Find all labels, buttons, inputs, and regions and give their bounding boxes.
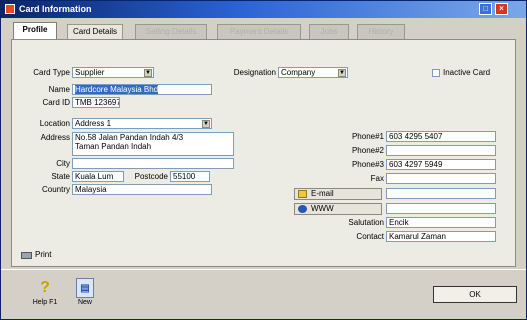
card-type-value: Supplier [75, 68, 105, 77]
contact-label: Contact [356, 232, 384, 241]
email-button[interactable]: E-mail [294, 188, 382, 200]
help-button-label: Help F1 [32, 299, 58, 306]
chevron-down-icon[interactable]: ▼ [144, 69, 152, 77]
card-information-window: Card Information □ × Profile Card Detail… [0, 0, 527, 320]
close-button[interactable]: × [495, 3, 508, 15]
tab-card-details[interactable]: Card Details [67, 24, 123, 40]
designation-value: Company [281, 68, 316, 77]
tab-payment-details[interactable]: Payment Details [217, 24, 301, 40]
phone3-field[interactable]: 603 4297 5949 [386, 159, 496, 170]
email-field[interactable] [386, 188, 496, 199]
chevron-down-icon[interactable]: ▼ [202, 120, 210, 128]
chevron-down-icon[interactable]: ▼ [338, 69, 346, 77]
address-line-2: Taman Pandan Indah [75, 142, 152, 151]
ok-button[interactable]: OK [433, 286, 517, 303]
printer-icon [21, 252, 32, 259]
maximize-button[interactable]: □ [479, 3, 492, 15]
name-label: Name [48, 85, 70, 94]
fax-field[interactable] [386, 173, 496, 184]
postcode-label: Postcode [134, 172, 168, 181]
email-button-label: E-mail [311, 189, 334, 198]
address-field[interactable]: No.58 Jalan Pandan Indah 4/3 Taman Panda… [72, 132, 234, 156]
title-bar[interactable]: Card Information □ × [1, 1, 526, 18]
print-button[interactable]: Print [19, 249, 89, 263]
tab-history[interactable]: History [357, 24, 405, 40]
postcode-field[interactable]: 55100 [170, 171, 210, 182]
inactive-card-label: Inactive Card [443, 68, 491, 77]
location-label: Location [39, 119, 70, 128]
tab-selling-details[interactable]: Selling Details [135, 24, 207, 40]
name-value: Hardcore Malaysia Bhd [75, 85, 159, 94]
contact-field[interactable]: Kamarul Zaman [386, 231, 496, 242]
location-value: Address 1 [75, 119, 112, 128]
tab-jobs[interactable]: Jobs [309, 24, 349, 40]
card-type-select[interactable]: Supplier ▼ [72, 67, 154, 78]
inactive-card-checkbox[interactable] [432, 69, 440, 77]
phone1-field[interactable]: 603 4295 5407 [386, 131, 496, 142]
phone3-label: Phone#3 [351, 160, 384, 169]
app-icon [5, 4, 15, 14]
state-label: State [51, 172, 70, 181]
country-field[interactable]: Malaysia [72, 184, 212, 195]
new-button-label: New [77, 299, 92, 306]
phone1-label: Phone#1 [351, 132, 384, 141]
city-field[interactable] [72, 158, 234, 169]
phone2-field[interactable] [386, 145, 496, 156]
card-id-label: Card ID [42, 98, 70, 107]
print-button-label: Print [35, 250, 52, 259]
www-field[interactable] [386, 203, 496, 214]
country-label: Country [41, 185, 70, 194]
name-field[interactable]: Hardcore Malaysia Bhd [72, 84, 212, 95]
envelope-icon [298, 190, 307, 198]
new-card-icon: ▤ [76, 278, 94, 298]
address-line-1: No.58 Jalan Pandan Indah 4/3 [75, 133, 184, 142]
window-title: Card Information [19, 4, 92, 14]
salutation-label: Salutation [348, 218, 384, 227]
designation-select[interactable]: Company ▼ [278, 67, 348, 78]
www-button-label: WWW [311, 204, 334, 213]
address-label: Address [40, 133, 70, 142]
salutation-field[interactable]: Encik [386, 217, 496, 228]
city-label: City [56, 159, 70, 168]
bottom-toolbar: ? Help F1 ▤ New OK [1, 269, 526, 319]
question-mark-icon: ? [40, 279, 50, 296]
card-id-field[interactable]: TMB 123697 [72, 97, 120, 108]
state-field[interactable]: Kuala Lum [72, 171, 124, 182]
fax-label: Fax [370, 174, 384, 183]
location-select[interactable]: Address 1 ▼ [72, 118, 212, 129]
card-type-label: Card Type [33, 68, 70, 77]
new-button[interactable]: ▤ New [69, 277, 101, 313]
profile-panel: Card Type Supplier ▼ Designation Company… [11, 39, 516, 267]
globe-icon [298, 205, 307, 213]
phone2-label: Phone#2 [351, 146, 384, 155]
designation-label: Designation [233, 68, 276, 77]
www-button[interactable]: WWW [294, 203, 382, 215]
help-button[interactable]: ? Help F1 [29, 277, 61, 313]
